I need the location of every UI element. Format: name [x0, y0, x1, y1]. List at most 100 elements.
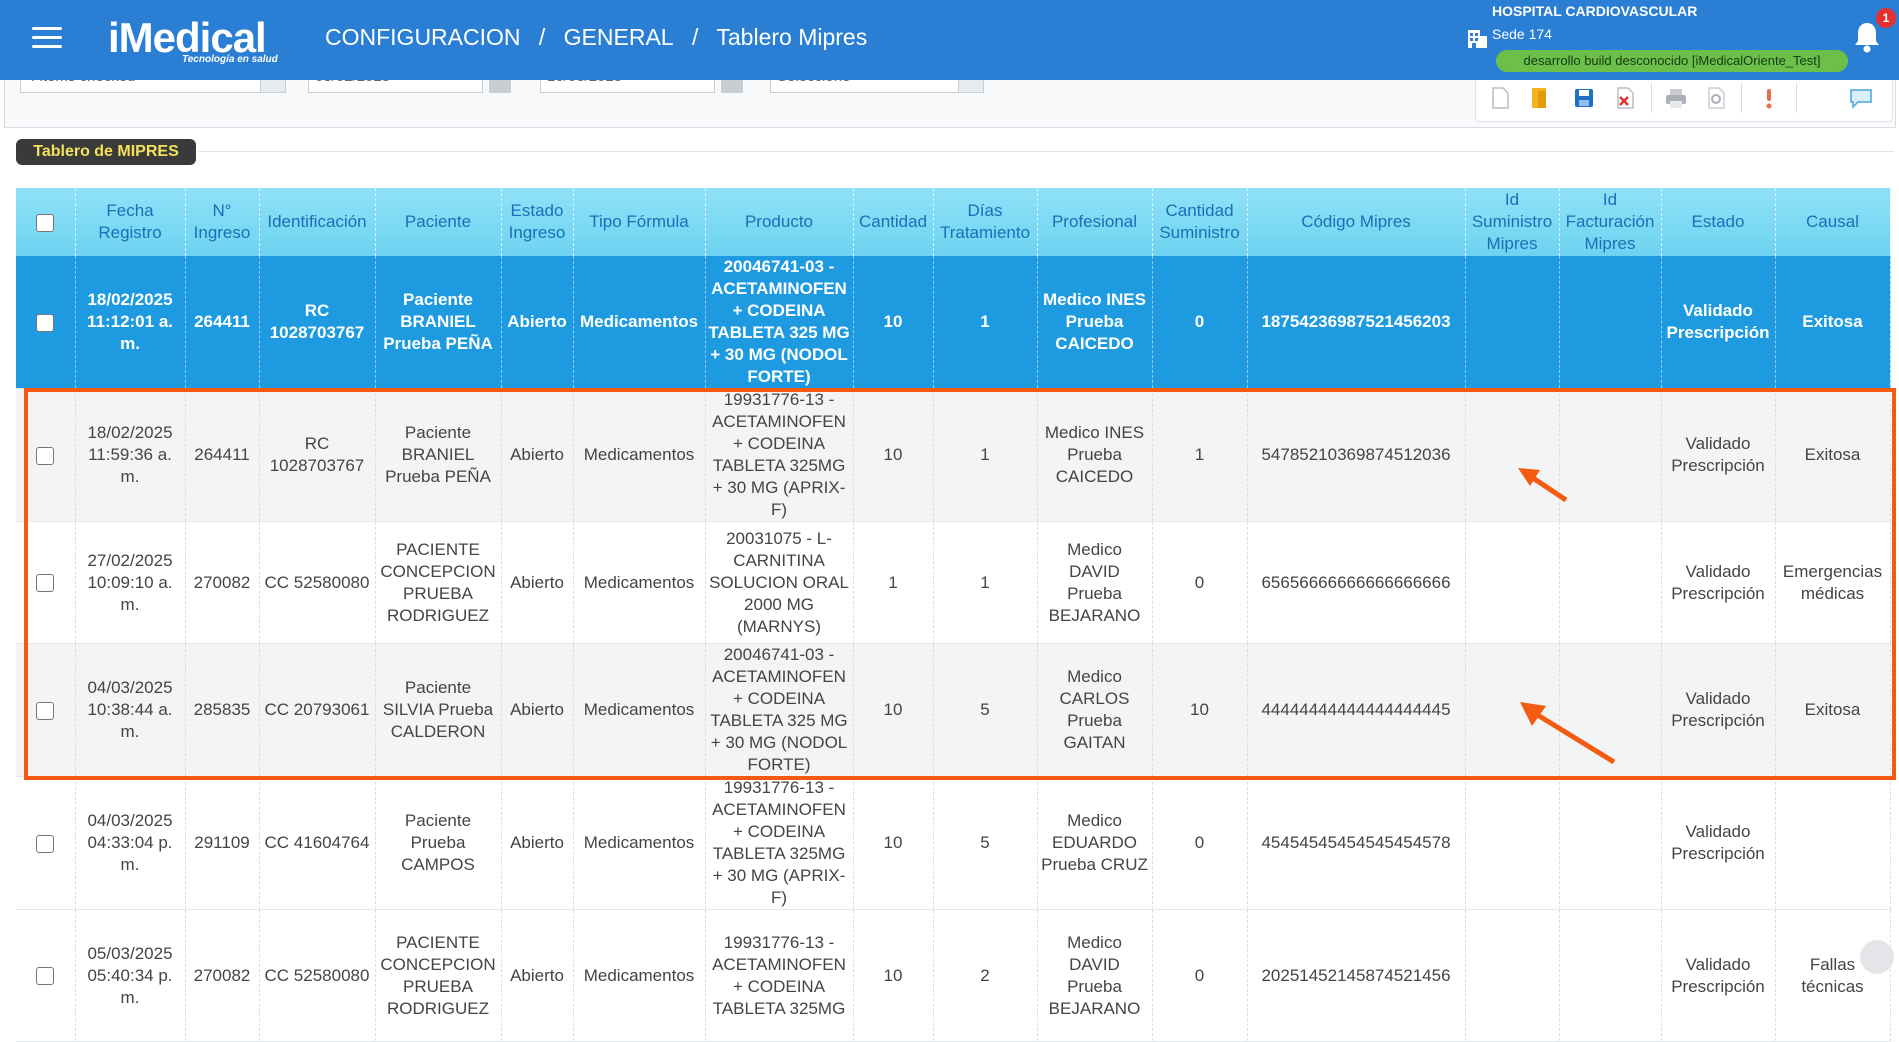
- menu-icon[interactable]: [32, 27, 62, 49]
- toolbar-divider: [1741, 83, 1742, 113]
- row-select-cell[interactable]: [16, 643, 76, 777]
- table-cell: 18754236987521456203: [1247, 256, 1466, 389]
- header-select-all[interactable]: [16, 188, 76, 256]
- row-select-cell[interactable]: [16, 256, 76, 389]
- table-cell: CC 52580080: [259, 909, 376, 1042]
- table-cell: Fallas técnicas: [1775, 909, 1891, 1042]
- imedical-logo[interactable]: iMedical Tecnología en salud: [108, 6, 293, 68]
- table-cell: [1465, 256, 1560, 389]
- table-cell: Medicamentos: [573, 256, 706, 389]
- column-header[interactable]: Estado Ingreso: [501, 188, 574, 256]
- column-header[interactable]: Id Facturación Mipres: [1559, 188, 1662, 256]
- row-checkbox[interactable]: [36, 967, 55, 986]
- breadcrumb-general[interactable]: GENERAL: [564, 24, 674, 50]
- column-header[interactable]: Id Suministro Mipres: [1465, 188, 1560, 256]
- table-cell: Validado Prescripción: [1661, 388, 1776, 522]
- column-header[interactable]: Producto: [705, 188, 854, 256]
- table-row[interactable]: 04/03/2025 10:38:44 a. m. 285835 CC 207930…: [16, 643, 1891, 777]
- table-cell: 0: [1152, 256, 1248, 389]
- table-cell: Emergencias médicas: [1775, 521, 1891, 644]
- table-cell: [1465, 776, 1560, 910]
- alert-icon[interactable]: [1756, 85, 1782, 111]
- table-cell: CC 20793061: [259, 643, 376, 777]
- row-select-cell[interactable]: [16, 521, 76, 644]
- row-checkbox[interactable]: [36, 701, 55, 720]
- table-cell: 18/02/2025 11:12:01 a. m.: [75, 256, 186, 389]
- table-cell: 10: [853, 776, 934, 910]
- row-select-cell[interactable]: [16, 776, 76, 910]
- table-cell: 291109: [185, 776, 260, 910]
- bell-icon[interactable]: [1852, 20, 1882, 54]
- table-cell: Medicamentos: [573, 521, 706, 644]
- build-badge: desarrollo build desconocido [iMedicalOr…: [1496, 50, 1848, 72]
- table-cell: 270082: [185, 521, 260, 644]
- logo-tagline: Tecnología en salud: [182, 54, 278, 65]
- column-header[interactable]: Días Tratamiento: [933, 188, 1038, 256]
- table-cell: 1: [853, 521, 934, 644]
- table-row[interactable]: 27/02/2025 10:09:10 a. m. 270082 CC 525800…: [16, 521, 1891, 644]
- table-cell: Paciente BRANIEL Prueba PEÑA: [375, 256, 502, 389]
- table-cell: 20046741-03 - ACETAMINOFEN + CODEINA TAB…: [705, 256, 854, 389]
- row-select-cell[interactable]: [16, 388, 76, 522]
- table-cell: Exitosa: [1775, 643, 1891, 777]
- table-header-row: Fecha Registro N° Ingreso Identificación…: [16, 188, 1891, 256]
- delete-document-icon[interactable]: [1612, 85, 1638, 111]
- column-header[interactable]: Estado: [1661, 188, 1776, 256]
- table-cell: 19931776-13 - ACETAMINOFEN + CODEINA TAB…: [705, 776, 854, 910]
- open-folder-icon[interactable]: [1527, 85, 1553, 111]
- table-cell: Medico INES Prueba CAICEDO: [1037, 256, 1153, 389]
- column-header[interactable]: Profesional: [1037, 188, 1153, 256]
- row-checkbox[interactable]: [36, 446, 55, 465]
- table-cell: Paciente BRANIEL Prueba PEÑA: [375, 388, 502, 522]
- comment-icon[interactable]: [1848, 85, 1874, 111]
- table-cell: 264411: [185, 388, 260, 522]
- table-row[interactable]: 18/02/2025 11:59:36 a. m. 264411 RC 102870…: [16, 388, 1891, 522]
- breadcrumb: CONFIGURACION / GENERAL / Tablero Mipres: [325, 24, 879, 51]
- print-preview-icon[interactable]: [1703, 85, 1729, 111]
- table-row[interactable]: 05/03/2025 05:40:34 p. m. 270082 CC 525800…: [16, 909, 1891, 1042]
- table-cell: 270082: [185, 909, 260, 1042]
- column-header[interactable]: Fecha Registro: [75, 188, 186, 256]
- table-cell: 10: [853, 643, 934, 777]
- table-cell: [1465, 388, 1560, 522]
- table-cell: [1465, 643, 1560, 777]
- row-checkbox[interactable]: [36, 313, 55, 332]
- table-row[interactable]: 18/02/2025 11:12:01 a. m. 264411 RC 102870…: [16, 256, 1891, 389]
- column-header[interactable]: N° Ingreso: [185, 188, 260, 256]
- table-cell: Paciente Prueba CAMPOS: [375, 776, 502, 910]
- table-cell: Abierto: [501, 388, 574, 522]
- column-header[interactable]: Código Mipres: [1247, 188, 1466, 256]
- row-select-cell[interactable]: [16, 909, 76, 1042]
- column-header[interactable]: Tipo Fórmula: [573, 188, 706, 256]
- column-header[interactable]: Identificación: [259, 188, 376, 256]
- table-cell: [1559, 521, 1662, 644]
- table-cell: Medicamentos: [573, 909, 706, 1042]
- building-icon: [1468, 30, 1487, 48]
- section-divider: [198, 151, 1894, 152]
- table-cell: [1465, 521, 1560, 644]
- scroll-to-top-button[interactable]: [1860, 940, 1894, 974]
- column-header[interactable]: Cantidad: [853, 188, 934, 256]
- table-cell: 285835: [185, 643, 260, 777]
- sede-label[interactable]: Sede 174: [1492, 26, 1552, 42]
- table-cell: 20251452145874521456: [1247, 909, 1466, 1042]
- table-cell: [1559, 909, 1662, 1042]
- column-header[interactable]: Cantidad Suministro: [1152, 188, 1248, 256]
- column-header[interactable]: Paciente: [375, 188, 502, 256]
- select-all-checkbox[interactable]: [36, 213, 55, 232]
- table-cell: 04/03/2025 10:38:44 a. m.: [75, 643, 186, 777]
- column-header[interactable]: Causal: [1775, 188, 1891, 256]
- table-cell: 10: [853, 909, 934, 1042]
- save-icon[interactable]: [1571, 85, 1597, 111]
- new-document-icon[interactable]: [1487, 85, 1513, 111]
- table-cell: Validado Prescripción: [1661, 909, 1776, 1042]
- breadcrumb-separator: /: [692, 24, 699, 50]
- toolbar-divider: [1651, 83, 1652, 113]
- breadcrumb-separator: /: [538, 24, 546, 50]
- table-cell: Abierto: [501, 776, 574, 910]
- table-row[interactable]: 04/03/2025 04:33:04 p. m. 291109 CC 416047…: [16, 776, 1891, 910]
- row-checkbox[interactable]: [36, 834, 55, 853]
- row-checkbox[interactable]: [36, 574, 55, 593]
- print-icon[interactable]: [1663, 85, 1689, 111]
- breadcrumb-configuracion[interactable]: CONFIGURACION: [325, 24, 521, 50]
